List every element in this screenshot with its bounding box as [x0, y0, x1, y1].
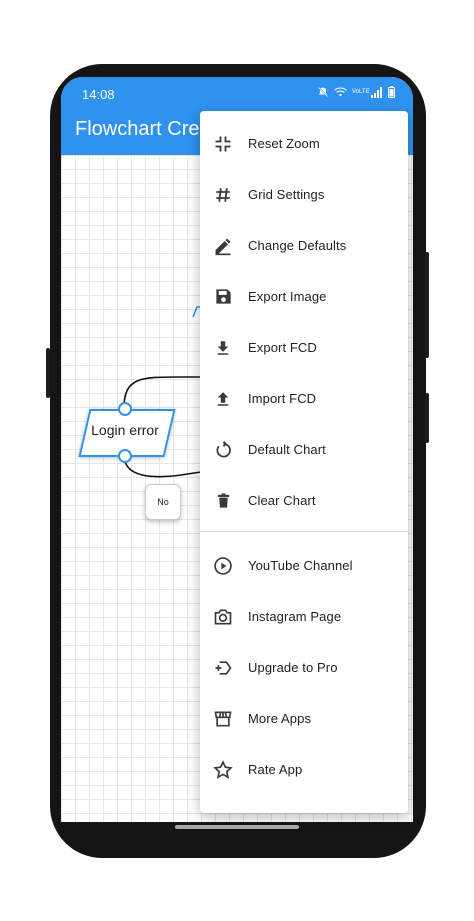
play-circle-icon	[212, 555, 234, 577]
menu-item-export-fcd[interactable]: Export FCD	[200, 322, 408, 373]
store-icon	[212, 708, 234, 730]
edit-icon	[212, 235, 234, 257]
menu-item-export-image[interactable]: Export Image	[200, 271, 408, 322]
menu-item-label: Export FCD	[248, 340, 317, 355]
menu-item-import-fcd[interactable]: Import FCD	[200, 373, 408, 424]
connector-handle-top[interactable]	[118, 402, 132, 416]
overflow-menu: Reset Zoom Grid Settings Change Defaults…	[200, 111, 408, 813]
menu-item-label: Default Chart	[248, 442, 326, 457]
side-button-left	[46, 348, 50, 398]
menu-item-label: Import FCD	[248, 391, 317, 406]
menu-item-label: Instagram Page	[248, 609, 342, 624]
menu-item-default-chart[interactable]: Default Chart	[200, 424, 408, 475]
side-button-power	[425, 393, 429, 443]
menu-item-label: Change Defaults	[248, 238, 347, 253]
save-icon	[212, 286, 234, 308]
menu-item-label: Export Image	[248, 289, 327, 304]
menu-item-label: YouTube Channel	[248, 558, 353, 573]
reset-zoom-icon	[212, 133, 234, 155]
menu-divider	[200, 531, 408, 532]
flowchart-shape-no[interactable]: No	[145, 484, 181, 520]
trash-icon	[212, 490, 234, 512]
camera-icon	[212, 606, 234, 628]
menu-item-label: Clear Chart	[248, 493, 316, 508]
menu-item-more-apps[interactable]: More Apps	[200, 693, 408, 744]
grid-icon	[212, 184, 234, 206]
flowchart-shape-label: Login error	[91, 422, 159, 438]
menu-item-label: Upgrade to Pro	[248, 660, 338, 675]
gesture-nav-bar[interactable]	[175, 825, 299, 829]
download-icon	[212, 337, 234, 359]
menu-item-change-defaults[interactable]: Change Defaults	[200, 220, 408, 271]
upgrade-icon	[212, 657, 234, 679]
menu-item-rate-app[interactable]: Rate App	[200, 744, 408, 795]
menu-item-youtube-channel[interactable]: YouTube Channel	[200, 540, 408, 591]
menu-item-label: Rate App	[248, 762, 303, 777]
menu-item-label: More Apps	[248, 711, 312, 726]
menu-item-clear-chart[interactable]: Clear Chart	[200, 475, 408, 526]
menu-item-grid-settings[interactable]: Grid Settings	[200, 169, 408, 220]
menu-item-upgrade-to-pro[interactable]: Upgrade to Pro	[200, 642, 408, 693]
refresh-icon	[212, 439, 234, 461]
side-button-volume	[425, 252, 429, 358]
upload-icon	[212, 388, 234, 410]
connector-handle-bottom[interactable]	[118, 449, 132, 463]
menu-item-label: Reset Zoom	[248, 136, 320, 151]
star-icon	[212, 759, 234, 781]
menu-item-instagram-page[interactable]: Instagram Page	[200, 591, 408, 642]
menu-item-reset-zoom[interactable]: Reset Zoom	[200, 118, 408, 169]
menu-item-label: Grid Settings	[248, 187, 325, 202]
